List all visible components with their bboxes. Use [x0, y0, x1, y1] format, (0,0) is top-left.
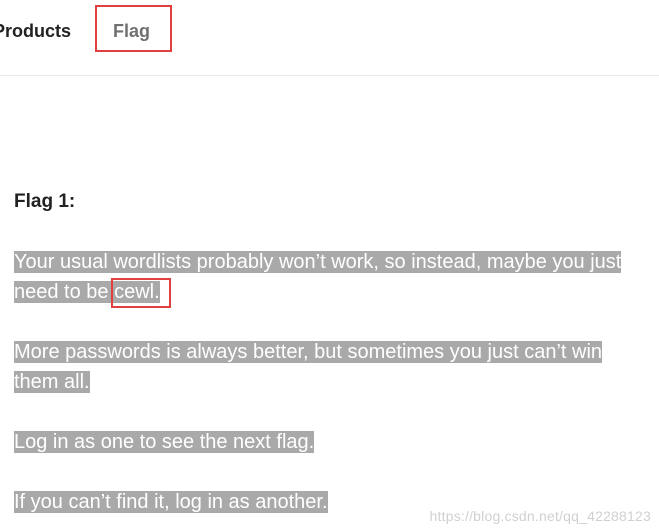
top-navigation: Products Flag	[0, 0, 659, 76]
page: Products Flag Flag 1: Your usual wordlis…	[0, 0, 659, 532]
flag-heading: Flag 1:	[14, 191, 76, 212]
nav-item-products[interactable]: Products	[0, 20, 71, 42]
hint-text-after: .	[154, 281, 160, 303]
passwords-text: More passwords is always better, but som…	[14, 341, 603, 393]
login-one-text: Log in as one to see the next flag.	[14, 431, 315, 453]
paragraph-login-one: Log in as one to see the next flag.	[14, 427, 652, 457]
paragraph-hint: Your usual wordlists probably won’t work…	[14, 247, 652, 307]
hint-keyword-cewl: cewl	[114, 281, 155, 303]
nav-item-flag[interactable]: Flag	[113, 20, 150, 42]
paragraph-passwords: More passwords is always better, but som…	[14, 337, 652, 397]
hint-text-before: Your usual wordlists probably won’t work…	[14, 251, 622, 303]
login-another-text: If you can’t find it, log in as another.	[14, 491, 328, 513]
post-content: Flag 1:	[14, 188, 659, 216]
watermark-url: https://blog.csdn.net/qq_42288123	[429, 508, 651, 524]
